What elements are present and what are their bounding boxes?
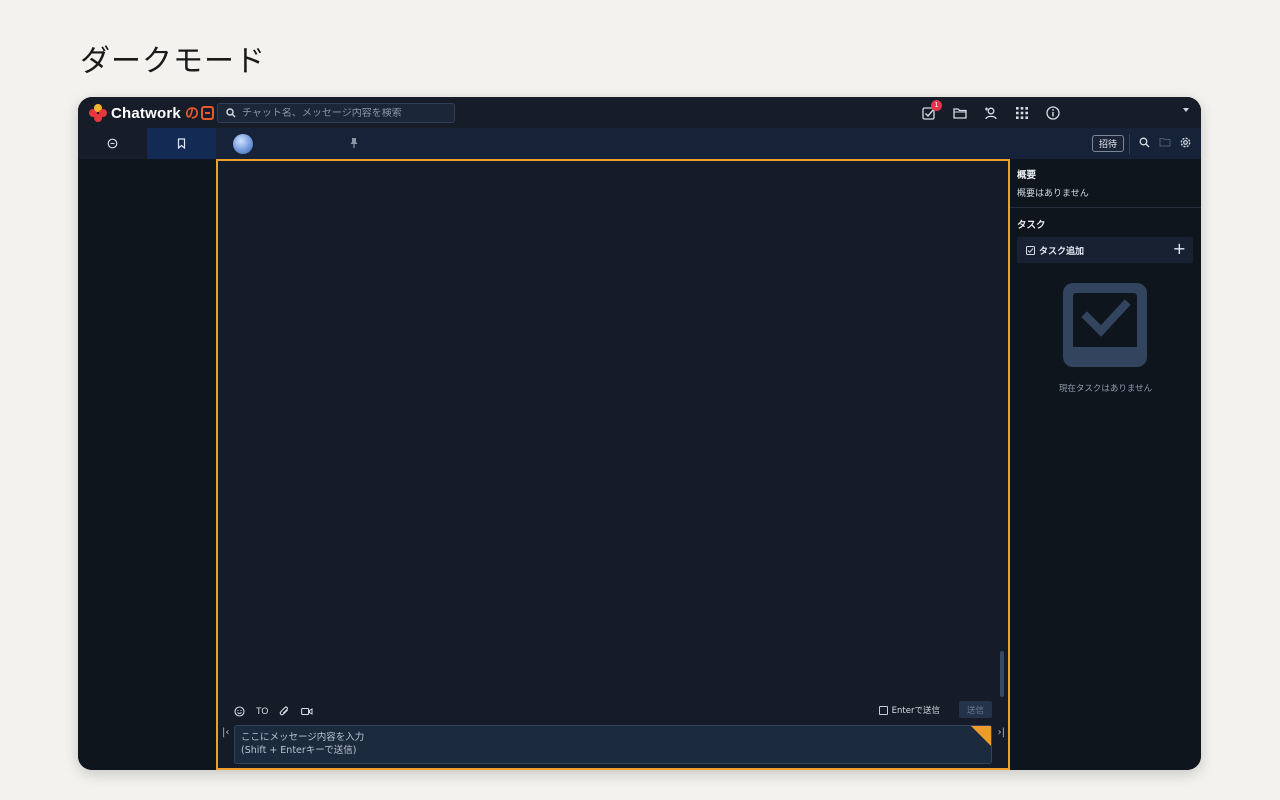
summary-text: 概要はありません (1017, 189, 1089, 199)
room-list-sidebar (78, 159, 216, 770)
folder-icon[interactable] (951, 104, 969, 122)
logo-suffix: の (185, 103, 214, 123)
enter-to-send-toggle[interactable]: Enterで送信 (878, 704, 940, 716)
header-divider (1129, 134, 1130, 154)
tab-chats[interactable] (78, 128, 147, 159)
search-box[interactable] (217, 103, 455, 123)
room-header: 招待 (216, 128, 1201, 159)
enter-send-label: Enterで送信 (891, 706, 940, 716)
apps-grid-icon[interactable] (1013, 104, 1031, 122)
timeline-scrollbar[interactable] (1000, 651, 1004, 697)
task-checkbox-icon (1026, 245, 1035, 255)
composer-corner-tab-icon[interactable] (971, 726, 991, 746)
room-avatar[interactable] (233, 134, 253, 154)
video-call-icon[interactable] (301, 707, 313, 716)
add-contact-icon[interactable] (982, 104, 1000, 122)
summary-heading: 概要 (1017, 170, 1037, 181)
emoji-icon[interactable] (234, 705, 245, 717)
page-heading: ダークモード (80, 44, 266, 79)
room-folder-icon[interactable] (1159, 137, 1171, 147)
panel-divider (1010, 207, 1201, 208)
collapse-right-icon[interactable]: ›| (998, 727, 1005, 738)
room-info-panel: 概要 概要はありません タスク タスク追加 + 現在タスクはありません (1010, 159, 1201, 770)
invite-button[interactable]: 招待 (1091, 135, 1124, 152)
empty-tasks-message: 現在タスクはありません (1058, 384, 1153, 394)
logo-suffix-icon (200, 106, 214, 120)
add-task-button[interactable]: タスク追加 + (1017, 237, 1193, 263)
pin-icon[interactable] (350, 137, 358, 149)
task-icon[interactable]: 1 (920, 100, 942, 122)
logo-text: Chatwork (111, 104, 181, 122)
app-window: Chatwork の 1 (78, 97, 1201, 770)
logo-suffix-text: の (184, 105, 199, 121)
chatwork-logo[interactable]: Chatwork の (89, 103, 214, 123)
info-icon[interactable] (1044, 104, 1062, 122)
message-timeline[interactable] (218, 161, 1008, 695)
account-menu-caret-icon[interactable] (1183, 108, 1189, 112)
left-nav-tabs (78, 128, 216, 159)
logo-flower-icon (89, 104, 107, 122)
bookmark-icon (177, 138, 186, 149)
attach-file-icon[interactable] (279, 705, 290, 717)
tasks-heading: タスク (1017, 220, 1046, 231)
message-composer[interactable] (234, 725, 992, 764)
composer-toolbar: TO Enterで送信 送信 (234, 701, 992, 720)
to-button[interactable]: TO (256, 706, 268, 716)
send-button[interactable]: 送信 (959, 701, 992, 718)
collapse-left-icon[interactable]: |‹ (222, 727, 229, 738)
task-badge: 1 (931, 100, 942, 111)
top-bar: Chatwork の 1 (78, 97, 1201, 128)
empty-task-checkbox-icon (1063, 283, 1147, 367)
enter-send-checkbox[interactable] (878, 705, 888, 715)
settings-gear-icon[interactable] (1180, 137, 1191, 148)
chat-area: TO Enterで送信 送信 |‹ ›| (216, 159, 1010, 770)
message-input[interactable] (241, 731, 985, 758)
chat-bubble-icon (107, 138, 118, 149)
room-search-icon[interactable] (1139, 137, 1150, 148)
search-input[interactable] (242, 107, 442, 119)
plus-icon[interactable]: + (1173, 241, 1186, 257)
search-icon (226, 108, 236, 118)
add-task-label: タスク追加 (1039, 246, 1085, 257)
tab-bookmarks[interactable] (147, 128, 216, 159)
